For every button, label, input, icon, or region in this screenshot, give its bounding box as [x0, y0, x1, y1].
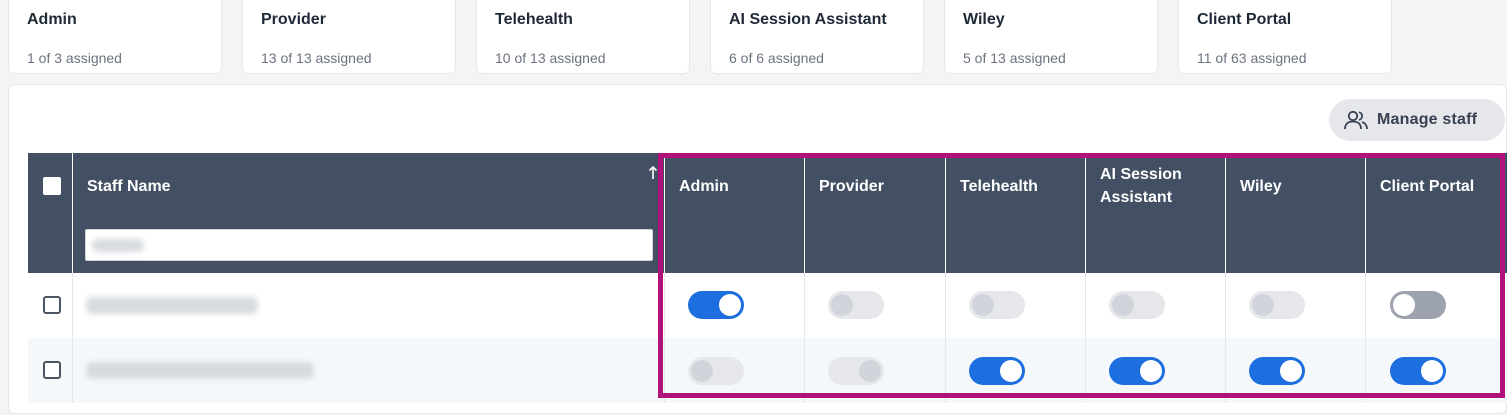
- admin-toggle: [688, 357, 744, 385]
- telehealth-toggle[interactable]: [969, 357, 1025, 385]
- column-header-telehealth[interactable]: Telehealth: [945, 153, 1085, 273]
- redacted-staff-name: [86, 297, 258, 314]
- column-divider: [1365, 273, 1366, 338]
- card-ai-session-assistant[interactable]: AI Session Assistant 6 of 6 assigned: [710, 0, 924, 74]
- column-divider: [1225, 273, 1226, 338]
- column-header-provider[interactable]: Provider: [804, 153, 945, 273]
- card-assigned-count: 13 of 13 assigned: [261, 50, 372, 66]
- card-title: Provider: [261, 11, 326, 28]
- card-title: AI Session Assistant: [729, 11, 887, 28]
- row-select-checkbox[interactable]: [43, 296, 61, 314]
- toggle-knob: [1140, 360, 1162, 382]
- column-divider: [1225, 338, 1226, 403]
- column-header-staff-name[interactable]: Staff Name: [72, 153, 659, 273]
- wiley-toggle: [1249, 291, 1305, 319]
- card-title: Client Portal: [1197, 11, 1292, 28]
- column-divider: [804, 338, 805, 403]
- card-assigned-count: 11 of 63 assigned: [1197, 50, 1307, 66]
- card-provider[interactable]: Provider 13 of 13 assigned: [242, 0, 456, 74]
- ai-session-assistant-toggle: [1109, 291, 1165, 319]
- column-header-label: AI Session Assistant: [1100, 166, 1182, 206]
- toggle-knob: [1000, 360, 1022, 382]
- users-icon: [1344, 110, 1368, 130]
- toggle-knob: [1280, 360, 1302, 382]
- column-divider: [72, 273, 73, 338]
- redacted-staff-name: [86, 362, 314, 379]
- row-select-checkbox[interactable]: [43, 361, 61, 379]
- column-header-admin[interactable]: Admin: [664, 153, 804, 273]
- column-divider: [72, 338, 73, 403]
- toggle-knob: [719, 294, 741, 316]
- staff-name-filter-input[interactable]: [85, 229, 653, 261]
- column-header-label: Staff Name: [87, 178, 171, 195]
- ai-session-assistant-toggle[interactable]: [1109, 357, 1165, 385]
- select-all-checkbox[interactable]: [43, 177, 61, 195]
- manage-staff-label: Manage staff: [1377, 111, 1478, 128]
- card-assigned-count: 10 of 13 assigned: [495, 50, 606, 66]
- staff-roles-table: Staff Name Admin Provider Telehealth AI …: [28, 153, 1507, 415]
- card-wiley[interactable]: Wiley 5 of 13 assigned: [944, 0, 1158, 74]
- column-divider: [804, 273, 805, 338]
- table-row[interactable]: [28, 338, 1507, 403]
- card-client-portal[interactable]: Client Portal 11 of 63 assigned: [1178, 0, 1392, 74]
- admin-toggle[interactable]: [688, 291, 744, 319]
- toggle-knob: [831, 294, 853, 316]
- toggle-knob: [859, 360, 881, 382]
- card-assigned-count: 1 of 3 assigned: [27, 50, 122, 66]
- card-assigned-count: 5 of 13 assigned: [963, 50, 1066, 66]
- card-title: Admin: [27, 11, 77, 28]
- column-header-wiley[interactable]: Wiley: [1225, 153, 1365, 273]
- column-divider: [1365, 338, 1366, 403]
- role-summary-cards: Admin 1 of 3 assigned Provider 13 of 13 …: [0, 0, 1507, 80]
- column-divider: [664, 338, 665, 403]
- column-header-label: Admin: [679, 178, 729, 195]
- column-divider: [664, 273, 665, 338]
- column-divider: [945, 273, 946, 338]
- column-header-label: Client Portal: [1380, 178, 1475, 195]
- telehealth-toggle: [969, 291, 1025, 319]
- column-divider: [1085, 273, 1086, 338]
- card-title: Telehealth: [495, 11, 573, 28]
- card-assigned-count: 6 of 6 assigned: [729, 50, 824, 66]
- column-header-label: Provider: [819, 178, 884, 195]
- toggle-knob: [1252, 294, 1274, 316]
- wiley-toggle[interactable]: [1249, 357, 1305, 385]
- sort-ascending-icon[interactable]: [647, 165, 659, 181]
- provider-toggle: [828, 291, 884, 319]
- column-header-label: Wiley: [1240, 178, 1282, 195]
- manage-staff-button[interactable]: Manage staff: [1329, 99, 1505, 141]
- toggle-knob: [1393, 294, 1415, 316]
- column-header-label: Telehealth: [960, 178, 1038, 195]
- toggle-knob: [691, 360, 713, 382]
- column-divider: [1085, 338, 1086, 403]
- card-title: Wiley: [963, 11, 1005, 28]
- column-header-client-portal[interactable]: Client Portal: [1365, 153, 1507, 273]
- card-admin[interactable]: Admin 1 of 3 assigned: [8, 0, 222, 74]
- table-row[interactable]: [28, 273, 1507, 338]
- staff-roles-panel: Manage staff Staff Name Admin Provider T…: [8, 84, 1507, 414]
- redacted-filter-text: [92, 239, 144, 252]
- card-telehealth[interactable]: Telehealth 10 of 13 assigned: [476, 0, 690, 74]
- client-portal-toggle[interactable]: [1390, 357, 1446, 385]
- table-header: Staff Name Admin Provider Telehealth AI …: [28, 153, 1507, 273]
- toggle-knob: [972, 294, 994, 316]
- column-header-ai-session-assistant[interactable]: AI Session Assistant: [1085, 153, 1225, 273]
- toggle-knob: [1421, 360, 1443, 382]
- toggle-knob: [1112, 294, 1134, 316]
- column-divider: [945, 338, 946, 403]
- client-portal-toggle[interactable]: [1390, 291, 1446, 319]
- provider-toggle: [828, 357, 884, 385]
